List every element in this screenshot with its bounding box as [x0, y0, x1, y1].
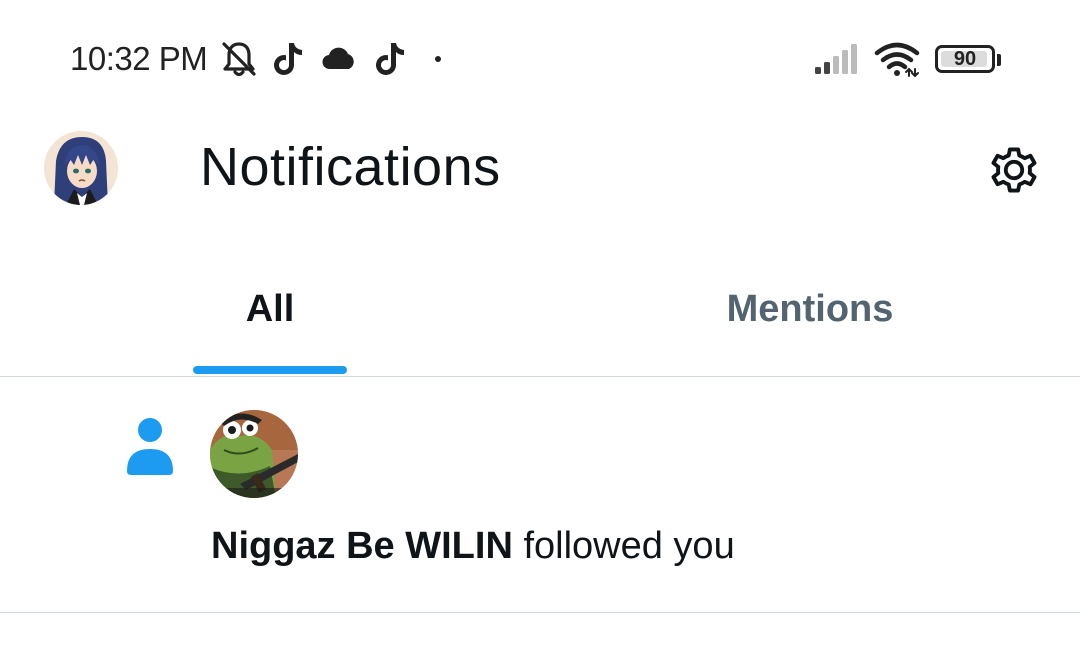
notification-item[interactable]: Niggaz Be WILIN followed you — [0, 377, 1080, 613]
battery-icon: 90 — [935, 45, 1001, 73]
tiktok-icon — [270, 40, 306, 78]
battery-level: 90 — [953, 48, 977, 70]
bell-muted-icon — [220, 40, 258, 78]
dot-icon — [432, 40, 444, 78]
wifi-icon — [872, 40, 922, 78]
gear-icon — [991, 147, 1037, 193]
notification-text: Niggaz Be WILIN followed you — [211, 525, 735, 568]
follower-avatar[interactable] — [210, 410, 298, 498]
tab-all-label: All — [245, 288, 295, 330]
tab-bar: All Mentions — [0, 262, 1080, 377]
active-tab-indicator — [193, 366, 347, 374]
profile-avatar[interactable] — [44, 131, 118, 205]
person-icon — [124, 415, 176, 475]
tab-mentions-label: Mentions — [726, 288, 894, 330]
status-time: 10:32 PM — [70, 40, 208, 77]
signal-icon — [812, 40, 862, 78]
status-bar: 10:32 PM 90 — [0, 0, 1080, 118]
tab-mentions[interactable]: Mentions — [540, 262, 1080, 376]
header: Notifications — [0, 118, 1080, 228]
settings-button[interactable] — [984, 140, 1044, 200]
page-title: Notifications — [200, 137, 501, 197]
tiktok-icon — [372, 40, 408, 78]
cloud-icon — [320, 40, 358, 78]
notification-action: followed you — [523, 525, 735, 567]
follower-name[interactable]: Niggaz Be WILIN — [211, 525, 513, 567]
tab-all[interactable]: All — [0, 262, 540, 376]
